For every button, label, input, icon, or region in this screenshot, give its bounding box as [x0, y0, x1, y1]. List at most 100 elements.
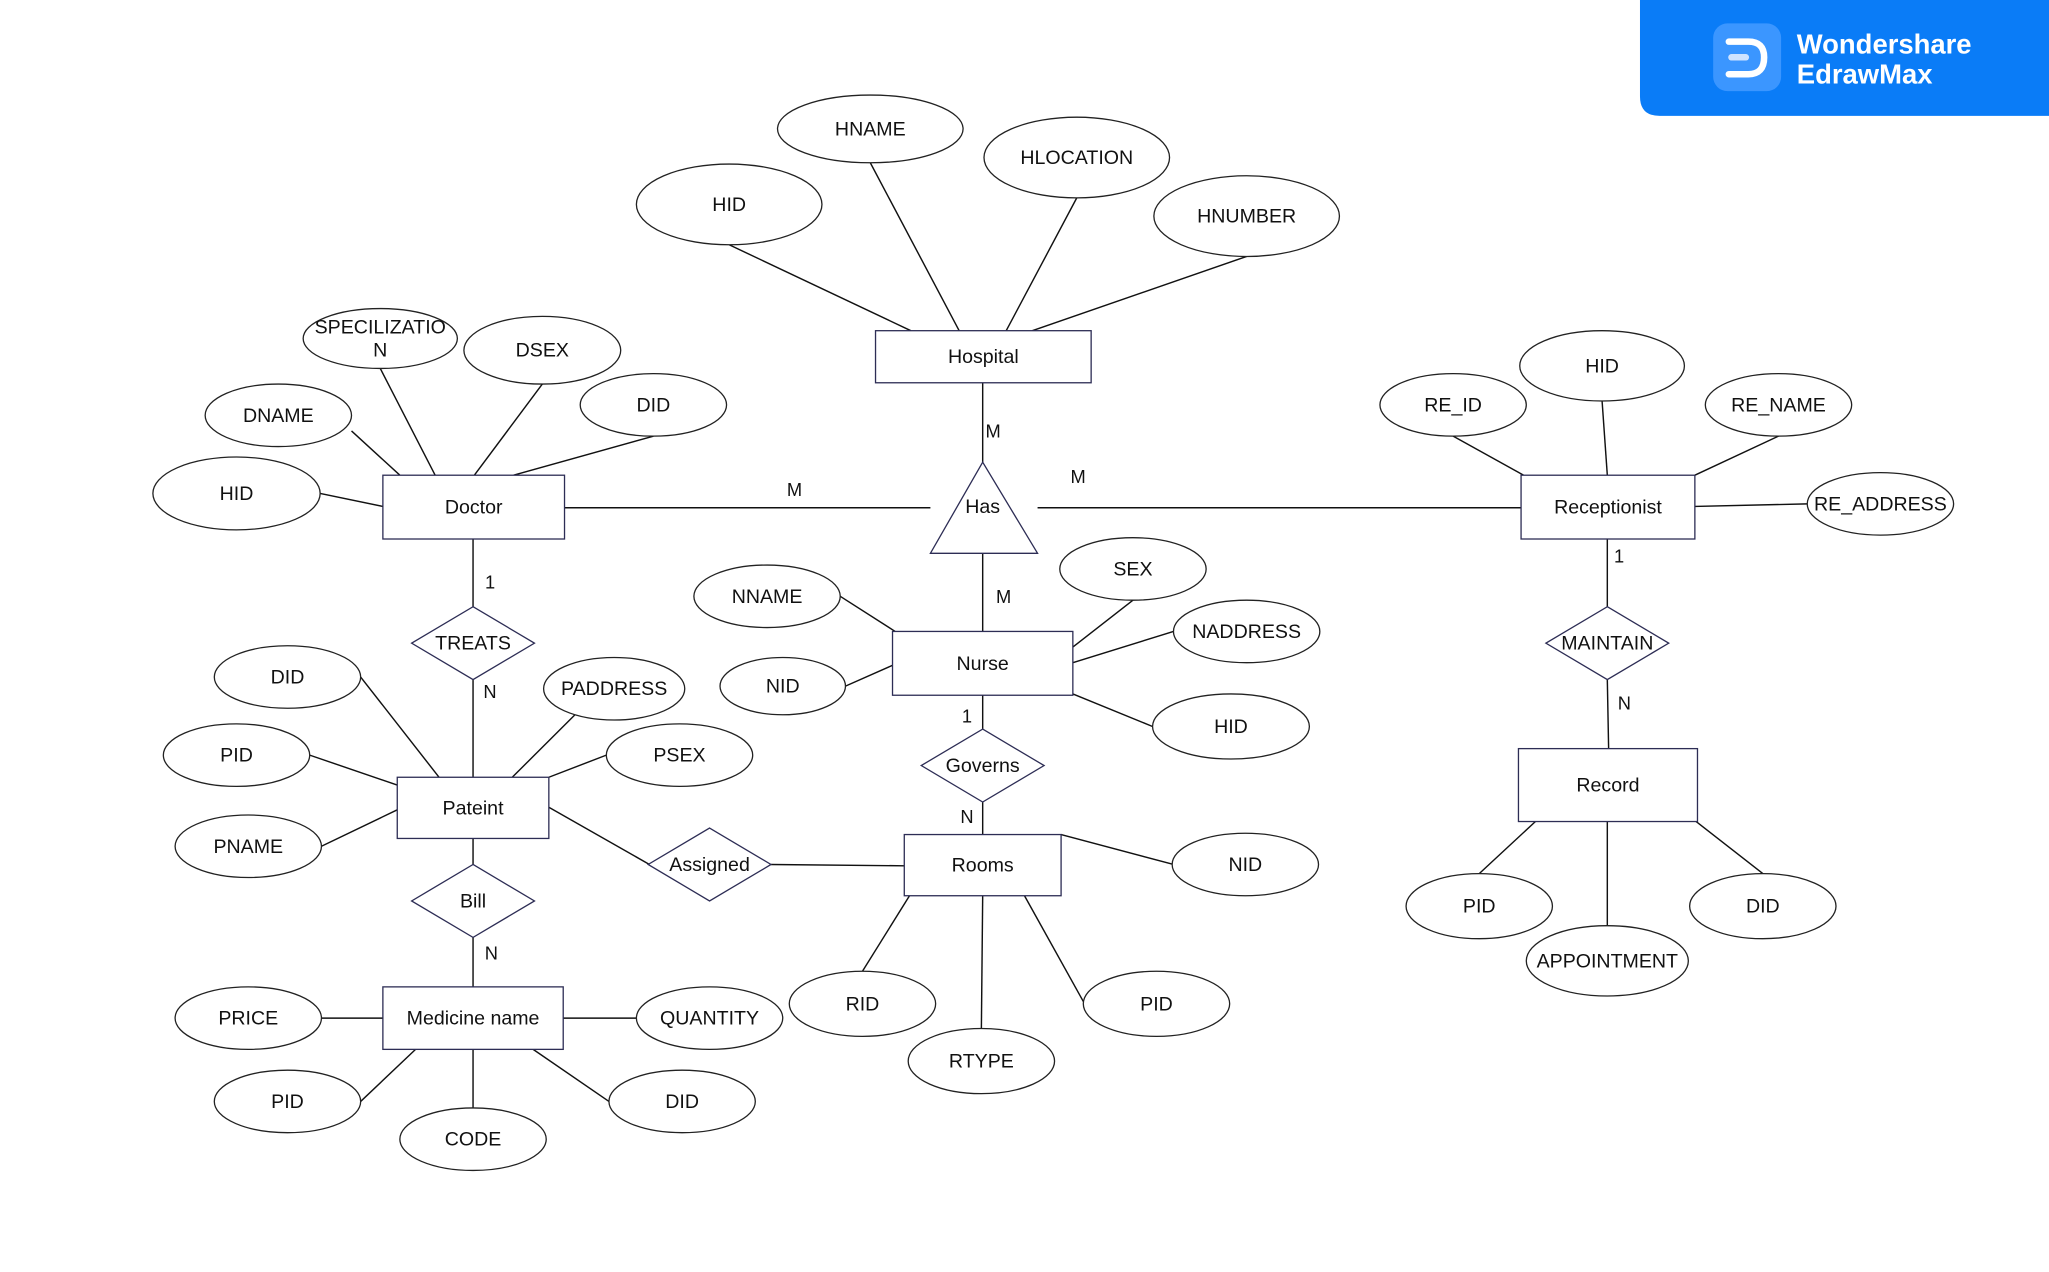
connector-line: [1452, 435, 1525, 476]
connector-line: [511, 714, 576, 778]
entity-label-doctor: Doctor: [445, 497, 503, 519]
attribute-label-rec-hid: HID: [1585, 355, 1619, 377]
relationship-label-assigned: Assigned: [669, 854, 750, 876]
logo-banner: Wondershare EdrawMax: [1639, 0, 2049, 116]
cardinality-label: N: [960, 806, 973, 827]
logo-line2: EdrawMax: [1797, 58, 1933, 89]
cardinality-label: 1: [962, 706, 972, 727]
connector-line: [861, 895, 911, 972]
edrawmax-logo-icon: [1713, 23, 1782, 92]
attribute-label-nurse-sex: SEX: [1113, 558, 1152, 580]
attribute-label-rooms-rid: RID: [846, 993, 880, 1015]
entity-label-nurse: Nurse: [957, 653, 1009, 675]
relationship-label-maintain: MAINTAIN: [1561, 633, 1653, 655]
attribute-label-record-pid: PID: [1463, 896, 1496, 918]
connector-line: [309, 754, 398, 786]
attribute-label-hospital-hname: HNAME: [835, 118, 906, 140]
cardinality-label: M: [986, 420, 1001, 441]
connector-line: [770, 863, 905, 867]
connector-line: [379, 368, 436, 476]
attribute-label-pat-paddress: PADDRESS: [561, 678, 667, 700]
connector-line: [1694, 435, 1779, 476]
relationship-label-treats: TREATS: [435, 633, 511, 655]
attribute-label-rooms-rtype: RTYPE: [949, 1051, 1014, 1073]
entity-label-rooms: Rooms: [952, 855, 1014, 877]
cardinality-label: M: [996, 586, 1011, 607]
connector-line: [548, 806, 650, 866]
attribute-label-med-did: DID: [665, 1091, 699, 1113]
attribute-label-pat-pid: PID: [220, 745, 253, 767]
connector-line: [845, 664, 893, 687]
connector-line: [548, 754, 607, 778]
cardinality-label: N: [1618, 693, 1631, 714]
attribute-label-hospital-hid: HID: [712, 194, 746, 216]
connector-line: [1032, 255, 1247, 332]
connector-line: [1694, 503, 1808, 508]
attribute-label-hospital-hnumber: HNUMBER: [1197, 206, 1296, 228]
cardinality-label: 1: [485, 572, 495, 593]
attribute-label-rec-re-id: RE_ID: [1424, 394, 1482, 416]
connector-line: [321, 809, 398, 847]
connector-line: [1601, 400, 1609, 476]
attribute-label-specilization-line1: SPECILIZATIO: [315, 316, 446, 338]
connector-line: [532, 1048, 610, 1103]
connector-line: [1478, 821, 1536, 875]
entity-label-record: Record: [1576, 775, 1639, 797]
connector-line: [1060, 833, 1174, 866]
attribute-label-rooms-pid: PID: [1140, 993, 1173, 1015]
connector-line: [869, 162, 960, 332]
connector-line: [360, 676, 440, 778]
cardinality-label: N: [483, 681, 496, 702]
attribute-label-hospital-hlocation: HLOCATION: [1020, 147, 1133, 169]
attribute-label-doctor-did: DID: [637, 394, 671, 416]
attribute-label-nurse-hid: HID: [1214, 716, 1248, 738]
connector-line: [351, 430, 401, 476]
relationship-label-bill: Bill: [460, 890, 486, 912]
connector-line: [360, 1048, 417, 1102]
cardinality-label: M: [1070, 466, 1085, 487]
logo-line1: Wondershare: [1797, 28, 1972, 59]
attribute-label-record-did: DID: [1746, 896, 1780, 918]
cardinality-label: M: [787, 479, 802, 500]
connector-line: [1072, 693, 1153, 728]
attribute-label-rooms-nid: NID: [1228, 854, 1262, 876]
connector-line: [320, 492, 384, 508]
attribute-label-record-appointment: APPOINTMENT: [1537, 950, 1679, 972]
connector-line: [473, 383, 543, 476]
attribute-label-med-code: CODE: [445, 1129, 502, 1151]
entity-label-receptionist: Receptionist: [1554, 497, 1662, 519]
cardinality-label: N: [485, 943, 498, 964]
attribute-label-pat-did: DID: [271, 667, 305, 689]
connector-line: [839, 595, 896, 633]
er-diagram: Hospital Doctor Receptionist Nurse Pateint Ro…: [152, 0, 2049, 1172]
connector-line: [1072, 599, 1134, 648]
shapes: Hospital Doctor Receptionist Nurse Pateint Ro…: [152, 94, 1955, 1172]
relationship-label-governs: Governs: [946, 755, 1020, 777]
attribute-label-doctor-dname: DNAME: [243, 405, 314, 427]
attribute-label-nurse-nname: NNAME: [732, 586, 803, 608]
attribute-label-pat-psex: PSEX: [653, 745, 705, 767]
entity-label-pateint: Pateint: [443, 797, 505, 819]
connector-line: [728, 244, 912, 332]
attribute-label-specilization-line2: N: [373, 340, 387, 362]
connector-line: [1023, 895, 1086, 1005]
attribute-label-nurse-naddress: NADDRESS: [1192, 621, 1301, 643]
connector-line: [980, 895, 984, 1029]
attribute-label-nurse-nid: NID: [766, 676, 800, 698]
cardinality-label: 1: [1614, 545, 1624, 566]
entity-label-hospital: Hospital: [948, 346, 1019, 368]
entity-label-medicine: Medicine name: [407, 1008, 540, 1030]
attribute-label-rec-re-address: RE_ADDRESS: [1814, 493, 1947, 515]
attribute-label-med-pid: PID: [271, 1091, 304, 1113]
attribute-label-med-price: PRICE: [218, 1008, 278, 1030]
connector-line: [1606, 679, 1610, 749]
relationship-label-has: Has: [965, 496, 1000, 518]
attribute-label-med-quantity: QUANTITY: [660, 1008, 759, 1030]
connector-line: [1005, 197, 1078, 332]
connector-line: [1695, 820, 1764, 875]
attribute-label-pat-pname: PNAME: [213, 836, 283, 858]
attribute-label-doctor-hid: HID: [220, 483, 254, 505]
attribute-label-doctor-dsex: DSEX: [516, 340, 569, 362]
connector-line: [513, 435, 654, 476]
attribute-label-rec-re-name: RE_NAME: [1731, 394, 1826, 416]
